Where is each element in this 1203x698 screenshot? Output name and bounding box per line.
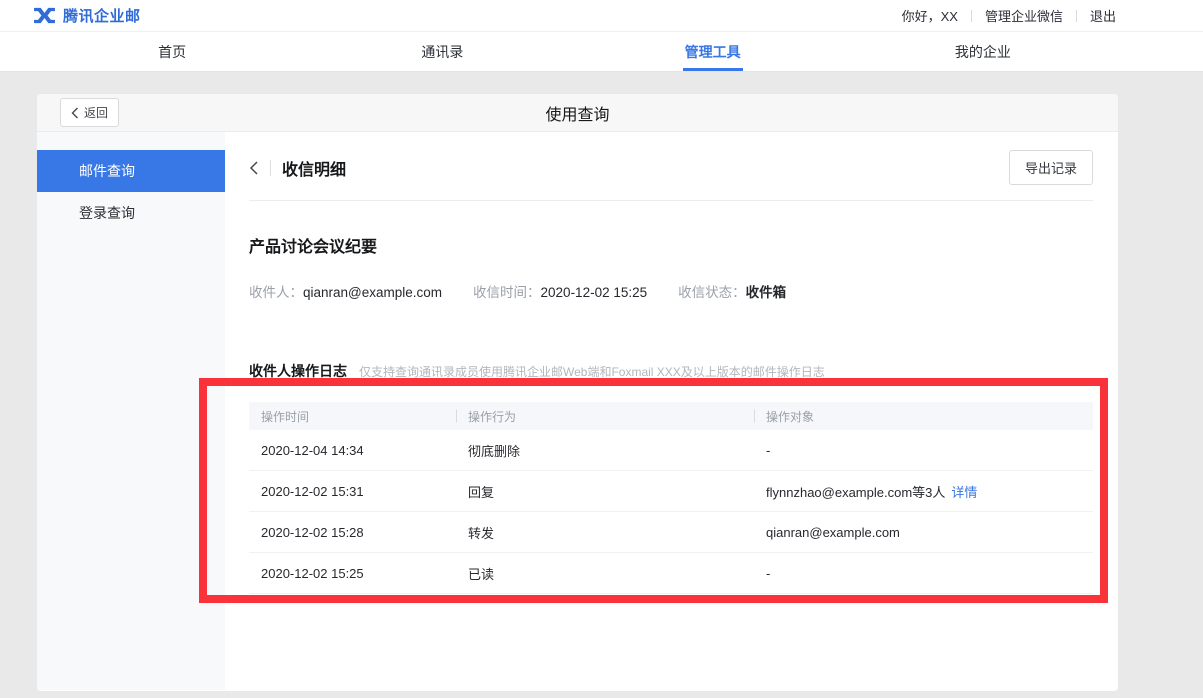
detail-link[interactable]: 详情 (951, 485, 977, 500)
log-time: 2020-12-02 15:31 (249, 484, 456, 499)
exmail-logo-icon (33, 6, 56, 25)
meta-value: 2020-12-02 15:25 (541, 285, 648, 300)
separator (1076, 10, 1077, 22)
log-time: 2020-12-02 15:28 (249, 525, 456, 540)
sidebar: 邮件查询 登录查询 (37, 132, 225, 690)
log-action: 彻底删除 (456, 441, 754, 460)
tab-home[interactable]: 首页 (37, 32, 307, 71)
log-action: 转发 (456, 523, 754, 542)
usage-query-card: 返回 使用查询 邮件查询 登录查询 收信明细 导出记录 产品讨论会议纪要 收件人… (37, 94, 1118, 691)
logout-link[interactable]: 退出 (1090, 6, 1116, 25)
log-time: 2020-12-02 15:25 (249, 566, 456, 581)
tab-admin-tools[interactable]: 管理工具 (578, 32, 848, 71)
table-row: 2020-12-02 15:31 回复 flynnzhao@example.co… (249, 471, 1093, 512)
log-target-text: flynnzhao@example.com等3人 (766, 485, 945, 500)
export-records-button[interactable]: 导出记录 (1009, 150, 1093, 185)
log-target: - (754, 443, 1093, 458)
table-header-row: 操作时间 操作行为 操作对象 (249, 402, 1093, 430)
brand[interactable]: 腾讯企业邮 (33, 5, 141, 26)
meta-recipient: 收件人：qianran@example.com (249, 281, 442, 301)
back-button[interactable]: 返回 (60, 98, 119, 127)
meta-value: qianran@example.com (303, 285, 442, 300)
card-body: 邮件查询 登录查询 收信明细 导出记录 产品讨论会议纪要 收件人：qianran… (37, 132, 1118, 690)
topbar-links: 你好，XX 管理企业微信 退出 (902, 6, 1116, 25)
separator (971, 10, 972, 22)
tab-contacts[interactable]: 通讯录 (307, 32, 577, 71)
operation-log-table: 操作时间 操作行为 操作对象 2020-12-04 14:34 彻底删除 - 2… (249, 402, 1093, 594)
log-action: 回复 (456, 482, 754, 501)
log-time: 2020-12-04 14:34 (249, 443, 456, 458)
column-header-action: 操作行为 (456, 408, 754, 425)
page-title: 使用查询 (37, 101, 1118, 125)
back-button-label: 返回 (84, 104, 108, 121)
detail-title: 收信明细 (282, 156, 346, 180)
column-header-time: 操作时间 (249, 408, 456, 425)
log-section-header: 收件人操作日志 仅支持查询通讯录成员使用腾讯企业邮Web端和Foxmail XX… (249, 361, 1093, 381)
sidebar-item-mail-query[interactable]: 邮件查询 (37, 150, 225, 192)
main-panel: 收信明细 导出记录 产品讨论会议纪要 收件人：qianran@example.c… (225, 132, 1118, 690)
log-target: qianran@example.com (754, 525, 1093, 540)
tab-my-company[interactable]: 我的企业 (848, 32, 1118, 71)
table-row: 2020-12-02 15:25 已读 - (249, 553, 1093, 594)
meta-label: 收信时间： (473, 285, 541, 300)
meta-receive-status: 收信状态：收件箱 (678, 281, 786, 301)
detail-header: 收信明细 导出记录 (249, 132, 1093, 201)
log-target: flynnzhao@example.com等3人详情 (754, 482, 1093, 501)
meta-receive-time: 收信时间：2020-12-02 15:25 (473, 281, 647, 301)
nav-tabs: 首页 通讯录 管理工具 我的企业 (37, 32, 1118, 71)
main-nav: 首页 通讯录 管理工具 我的企业 (0, 32, 1203, 72)
card-header: 返回 使用查询 (37, 94, 1118, 132)
greeting-text: 你好，XX (902, 6, 958, 25)
meta-label: 收件人： (249, 285, 303, 300)
chevron-left-icon (71, 107, 79, 119)
log-section-title: 收件人操作日志 (249, 361, 347, 381)
divider (270, 160, 271, 176)
log-action: 已读 (456, 564, 754, 583)
table-row: 2020-12-04 14:34 彻底删除 - (249, 430, 1093, 471)
log-section-note: 仅支持查询通讯录成员使用腾讯企业邮Web端和Foxmail XXX及以上版本的邮… (359, 363, 825, 380)
table-row: 2020-12-02 15:28 转发 qianran@example.com (249, 512, 1093, 553)
sidebar-item-login-query[interactable]: 登录查询 (37, 192, 225, 234)
log-target: - (754, 566, 1093, 581)
chevron-left-icon[interactable] (249, 160, 259, 176)
topbar: 腾讯企业邮 你好，XX 管理企业微信 退出 (0, 0, 1203, 32)
manage-wecom-link[interactable]: 管理企业微信 (985, 6, 1063, 25)
column-header-target: 操作对象 (754, 408, 1093, 425)
mail-subject: 产品讨论会议纪要 (249, 233, 1093, 257)
brand-name: 腾讯企业邮 (63, 5, 141, 26)
meta-label: 收信状态： (678, 285, 746, 300)
meta-value: 收件箱 (746, 285, 787, 300)
mail-meta: 收件人：qianran@example.com 收信时间：2020-12-02 … (249, 281, 1093, 301)
